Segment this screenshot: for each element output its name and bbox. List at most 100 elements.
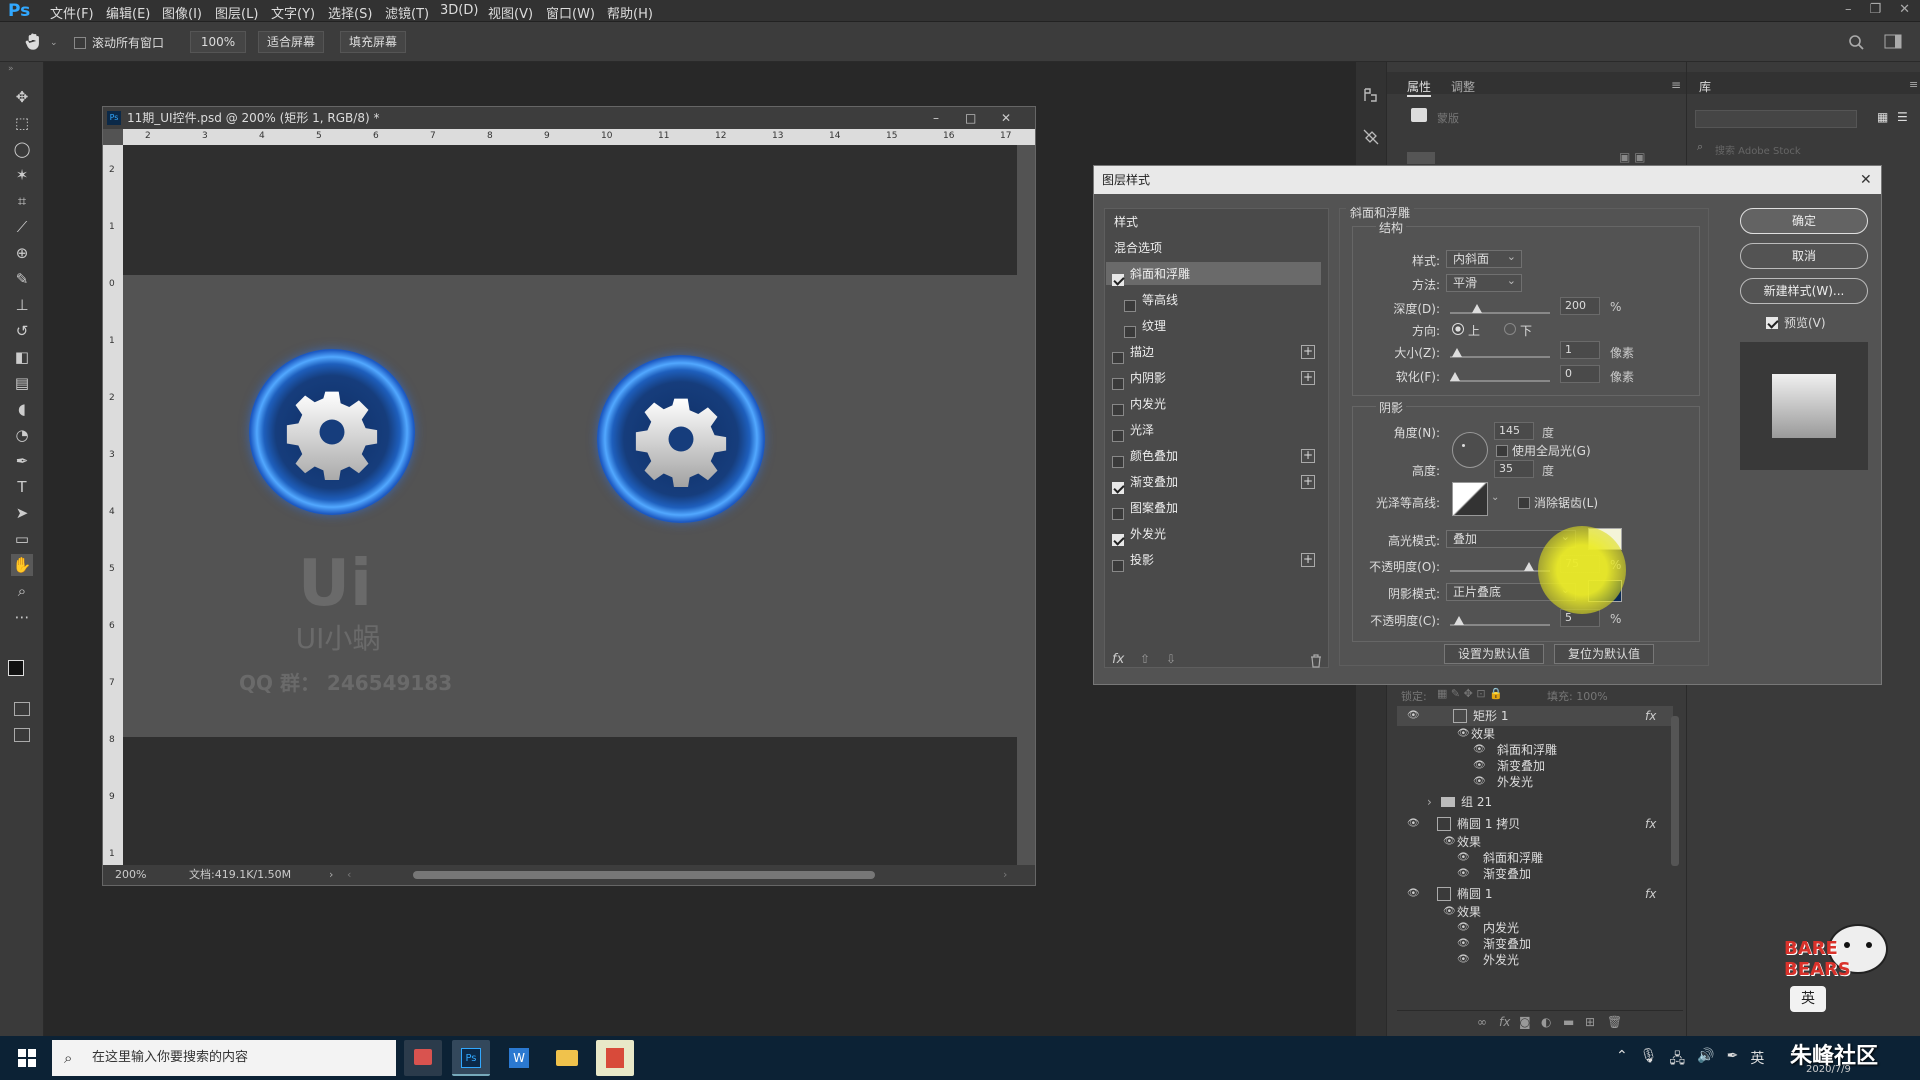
quick-mask-icon[interactable] <box>14 702 30 716</box>
zoom-level[interactable]: 200% <box>115 865 146 885</box>
reset-default-button[interactable]: 复位为默认值 <box>1554 644 1654 664</box>
canvas[interactable]: Ui UI小蜗 QQ 群： 246549183 <box>123 145 1017 865</box>
stamp-tool-icon[interactable]: ⊥ <box>11 294 33 316</box>
layer-row[interactable]: 👁 矩形 1 fx <box>1397 706 1673 726</box>
new-layer-icon[interactable]: ⊞ <box>1585 1015 1595 1029</box>
layer-effect-row[interactable]: 👁 内发光 <box>1397 920 1673 936</box>
styles-header[interactable]: 样式 <box>1106 210 1321 234</box>
new-group-icon[interactable]: ▬ <box>1563 1015 1574 1029</box>
size-slider-thumb[interactable] <box>1452 348 1462 357</box>
depth-slider[interactable] <box>1450 312 1550 314</box>
soften-slider[interactable] <box>1450 380 1550 382</box>
fx-icon[interactable]: fx <box>1645 814 1656 834</box>
visibility-eye-icon[interactable]: 👁 <box>1457 952 1470 968</box>
shadow-opacity-slider[interactable] <box>1450 624 1550 626</box>
visibility-eye-icon[interactable]: 👁 <box>1443 834 1456 850</box>
depth-input[interactable]: 200 <box>1560 297 1600 315</box>
taskbar-app-video[interactable] <box>404 1040 442 1076</box>
direction-up-radio[interactable] <box>1452 323 1464 335</box>
link-layers-icon[interactable]: ∞ <box>1477 1015 1487 1029</box>
menu-item-5[interactable]: 选择(S) <box>328 3 372 22</box>
effect-item[interactable]: 外发光 <box>1106 522 1321 546</box>
ok-button[interactable]: 确定 <box>1740 208 1868 234</box>
pen-icon[interactable]: ✒ <box>1727 1048 1739 1072</box>
visibility-eye-icon[interactable]: 👁 <box>1473 758 1486 774</box>
layer-effect-row[interactable]: 👁 渐变叠加 <box>1397 758 1673 774</box>
chevron-down-icon[interactable]: ⌄ <box>50 38 58 48</box>
fill-screen-button[interactable]: 填充屏幕 <box>340 31 406 53</box>
menu-item-7[interactable]: 3D(D) <box>440 3 478 18</box>
taskbar-app-other[interactable] <box>596 1040 634 1076</box>
layer-row[interactable]: 👁 椭圆 1 拷贝 fx <box>1397 814 1673 834</box>
tray-chevron-icon[interactable]: ⌃ <box>1616 1048 1628 1072</box>
soften-slider-thumb[interactable] <box>1450 372 1460 381</box>
collapse-icon[interactable]: » <box>8 64 14 74</box>
magic-wand-tool-icon[interactable]: ✶ <box>11 164 33 186</box>
fit-screen-button[interactable]: 适合屏幕 <box>258 31 324 53</box>
highlight-opacity-thumb[interactable] <box>1524 562 1534 571</box>
altitude-input[interactable]: 35 <box>1494 460 1534 478</box>
gloss-contour-picker[interactable] <box>1452 482 1488 516</box>
blur-tool-icon[interactable]: ◖ <box>11 398 33 420</box>
blend-options-item[interactable]: 混合选项 <box>1106 236 1321 260</box>
shadow-opacity-thumb[interactable] <box>1454 616 1464 625</box>
menu-item-0[interactable]: 文件(F) <box>50 3 94 22</box>
dialog-close-icon[interactable]: ✕ <box>1860 166 1872 194</box>
path-select-tool-icon[interactable]: ➤ <box>11 502 33 524</box>
menu-item-4[interactable]: 文字(Y) <box>271 3 315 22</box>
zoom-tool-icon[interactable]: ⌕ <box>11 580 33 602</box>
scroll-left-icon[interactable]: ‹ <box>347 865 351 885</box>
taskbar-app-word[interactable]: W <box>500 1040 538 1076</box>
tab-properties[interactable]: 属性 <box>1407 78 1432 97</box>
visibility-eye-icon[interactable]: 👁 <box>1457 920 1470 936</box>
visibility-eye-icon[interactable]: 👁 <box>1443 904 1456 920</box>
layer-row[interactable]: 👁 效果 <box>1397 834 1673 850</box>
healing-tool-icon[interactable]: ⊕ <box>11 242 33 264</box>
microphone-icon[interactable]: 🎙 <box>1640 1048 1658 1072</box>
marquee-tool-icon[interactable]: ⬚ <box>11 112 33 134</box>
horizontal-scrollbar[interactable] <box>413 871 875 879</box>
scroll-all-checkbox[interactable] <box>74 35 86 49</box>
crop-tool-icon[interactable]: ⌗ <box>11 190 33 212</box>
grid-view-icon[interactable]: ▦ <box>1877 110 1888 124</box>
new-style-button[interactable]: 新建样式(W)... <box>1740 278 1868 304</box>
mask-options-icon[interactable]: ▣ ▣ <box>1619 150 1646 164</box>
effect-item[interactable]: 颜色叠加 + <box>1106 444 1321 468</box>
effect-item[interactable]: 描边 + <box>1106 340 1321 364</box>
taskbar-app-explorer[interactable] <box>548 1040 586 1076</box>
type-tool-icon[interactable]: T <box>11 476 33 498</box>
style-select[interactable]: 内斜面 <box>1446 249 1522 268</box>
doc-close-icon[interactable]: ✕ <box>1001 107 1011 129</box>
trash-icon[interactable] <box>1310 654 1322 668</box>
effect-item[interactable]: 渐变叠加 + <box>1106 470 1321 494</box>
doc-minimize-icon[interactable]: – <box>933 107 939 129</box>
effect-item[interactable]: 斜面和浮雕 <box>1106 262 1321 286</box>
status-arrow-icon[interactable]: › <box>329 865 333 885</box>
network-icon[interactable]: 🖧 <box>1670 1048 1686 1072</box>
add-effect-icon[interactable]: + <box>1301 449 1315 463</box>
visibility-eye-icon[interactable]: 👁 <box>1407 706 1420 726</box>
history-brush-tool-icon[interactable]: ↺ <box>11 320 33 342</box>
visibility-eye-icon[interactable]: 👁 <box>1473 742 1486 758</box>
library-select[interactable] <box>1695 110 1857 128</box>
list-view-icon[interactable]: ☰ <box>1897 110 1908 124</box>
menu-item-8[interactable]: 视图(V) <box>488 3 533 22</box>
layer-row[interactable]: 👁 效果 <box>1397 904 1673 920</box>
move-tool-icon[interactable]: ✥ <box>11 86 33 108</box>
soften-input[interactable]: 0 <box>1560 365 1600 383</box>
search-icon[interactable] <box>1848 34 1864 50</box>
eyedropper-tool-icon[interactable]: ⟋ <box>11 216 33 238</box>
history-icon[interactable] <box>1362 86 1380 104</box>
layer-effect-row[interactable]: 👁 渐变叠加 <box>1397 866 1673 882</box>
anti-alias-checkbox[interactable] <box>1518 495 1530 509</box>
menu-item-6[interactable]: 滤镜(T) <box>385 3 429 22</box>
size-input[interactable]: 1 <box>1560 341 1600 359</box>
tab-adjustments[interactable]: 调整 <box>1451 78 1475 95</box>
tab-library[interactable]: 库 <box>1699 78 1711 95</box>
volume-icon[interactable]: 🔊 <box>1697 1048 1714 1072</box>
menu-item-3[interactable]: 图层(L) <box>215 3 258 22</box>
add-effect-icon[interactable]: + <box>1301 345 1315 359</box>
layer-effect-row[interactable]: 👁 外发光 <box>1397 774 1673 790</box>
visibility-eye-icon[interactable]: 👁 <box>1407 814 1420 834</box>
layer-row[interactable]: 👁 椭圆 1 fx <box>1397 884 1673 904</box>
